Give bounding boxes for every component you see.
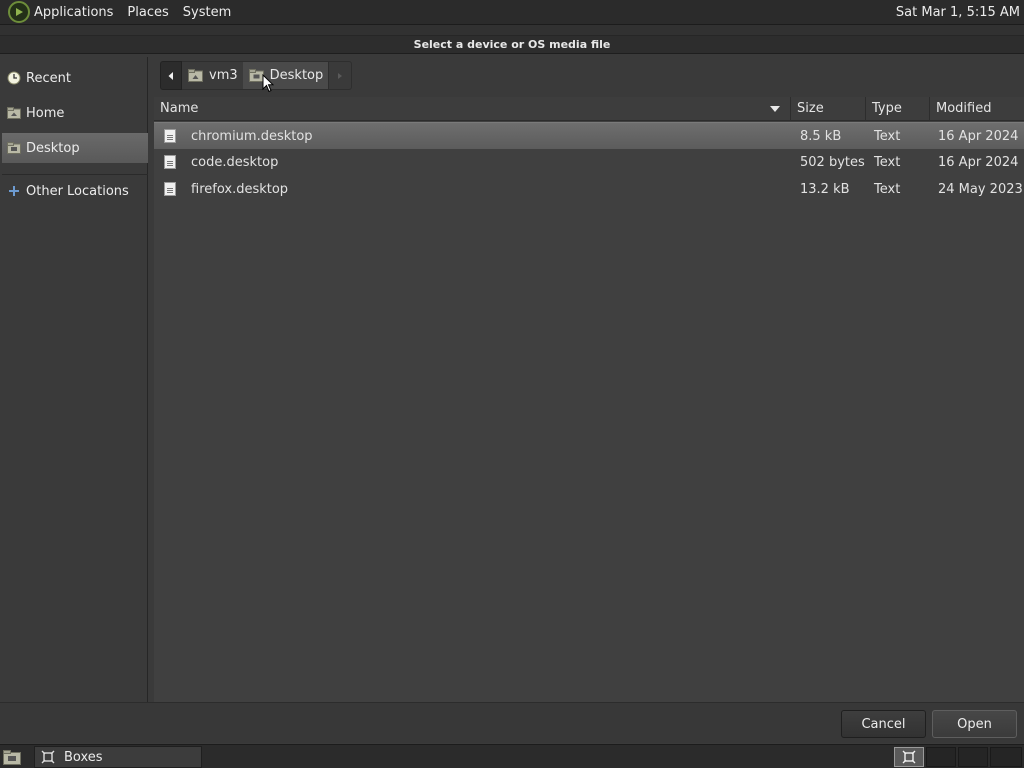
places-menu[interactable]: Places [120,0,175,25]
path-forward-button[interactable] [328,61,353,90]
crumb-vm3[interactable]: vm3 [182,61,243,90]
file-row[interactable]: code.desktop 502 bytes Text 16 Apr 2024 [154,149,1024,176]
file-row[interactable]: chromium.desktop 8.5 kB Text 16 Apr 2024 [154,122,1024,149]
crumb-label: Desktop [269,68,324,83]
desktop-folder-icon [7,141,21,155]
file-size: 13.2 kB [800,182,850,197]
file-list: Name Size Type Modified chromium.desktop… [154,97,1024,702]
dialog-title: Select a device or OS media file [0,36,1024,54]
places-sidebar: Recent Home Desktop Other Locations [2,57,148,702]
file-modified: 16 Apr 2024 [938,155,1019,170]
column-type[interactable]: Type [866,97,930,121]
column-header: Name Size Type Modified [154,97,1024,121]
column-modified-label: Modified [936,101,992,116]
workspace-2[interactable] [926,747,956,767]
clock[interactable]: Sat Mar 1, 5:15 AM [896,5,1024,20]
chevron-right-icon [338,72,343,79]
cancel-button[interactable]: Cancel [841,710,926,738]
workspace-3[interactable] [958,747,988,767]
sidebar-item-label: Desktop [26,140,80,156]
system-menu[interactable]: System [176,0,238,25]
column-size[interactable]: Size [791,97,866,121]
text-file-icon [164,155,176,169]
sort-down-icon [770,106,780,112]
top-panel: Applications Places System Sat Mar 1, 5:… [0,0,1024,25]
show-desktop-icon[interactable] [2,748,22,766]
sidebar-item-label: Recent [26,70,71,86]
sidebar-separator [2,174,148,175]
file-type: Text [874,182,901,197]
file-name: firefox.desktop [191,182,289,197]
column-name[interactable]: Name [154,97,791,121]
file-type: Text [874,155,901,170]
file-row[interactable]: firefox.desktop 13.2 kB Text 24 May 2023 [154,176,1024,203]
column-type-label: Type [872,101,902,116]
sidebar-item-home[interactable]: Home [2,98,148,128]
sidebar-item-recent[interactable]: Recent [2,63,148,93]
taskbar-window-label: Boxes [64,749,103,765]
bottom-panel: Boxes [0,744,1024,768]
window-frame [0,25,1024,36]
crumb-label: vm3 [209,68,238,83]
sidebar-item-label: Home [26,105,65,121]
file-size: 502 bytes [800,155,865,170]
column-name-label: Name [160,101,199,116]
taskbar-window-boxes[interactable]: Boxes [34,746,202,768]
file-size: 8.5 kB [800,129,842,144]
file-modified: 16 Apr 2024 [938,129,1019,144]
file-type: Text [874,129,901,144]
applications-menu[interactable]: Applications [30,0,120,25]
sidebar-item-other-locations[interactable]: Other Locations [2,176,148,206]
plus-icon [7,184,21,198]
home-folder-icon [7,106,21,120]
workspace-4[interactable] [990,747,1022,767]
crumb-desktop[interactable]: Desktop [242,61,329,90]
text-file-icon [164,129,176,143]
file-name: chromium.desktop [191,129,313,144]
column-size-label: Size [797,101,824,116]
workspace-1[interactable] [894,747,924,767]
path-bar: vm3 Desktop [160,61,353,90]
mouse-pointer-icon [262,73,275,98]
open-button[interactable]: Open [932,710,1017,738]
text-file-icon [164,182,176,196]
distro-logo-icon[interactable] [8,1,30,23]
dialog-action-area: Cancel Open [0,702,1024,743]
column-modified[interactable]: Modified [930,97,1024,121]
clock-icon [7,71,21,85]
boxes-icon [41,750,55,764]
path-back-button[interactable] [160,61,182,90]
file-name: code.desktop [191,155,279,170]
boxes-icon [902,750,916,764]
file-modified: 24 May 2023 [938,182,1023,197]
sidebar-item-desktop[interactable]: Desktop [2,133,148,163]
home-folder-icon [188,68,204,83]
sidebar-item-label: Other Locations [26,183,129,199]
chevron-left-icon [168,71,173,80]
